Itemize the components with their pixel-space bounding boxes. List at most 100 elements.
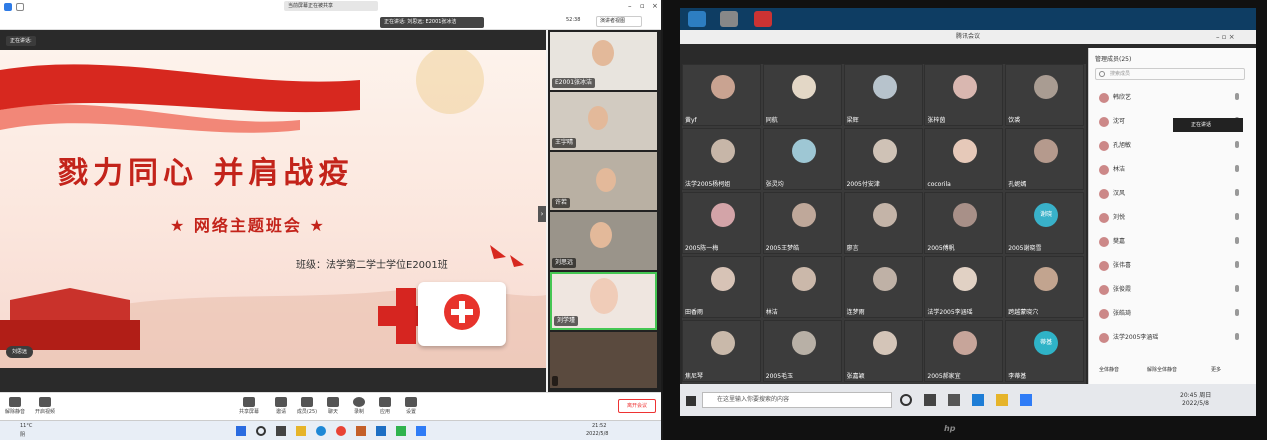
video-tile-3[interactable]: 许若 <box>550 152 657 210</box>
participant-name: 孔妮嫣 <box>1008 181 1027 188</box>
member-row[interactable]: 樊嘉 <box>1099 236 1239 247</box>
invite-button[interactable]: 邀请 <box>268 397 294 415</box>
app-icon[interactable] <box>948 394 960 406</box>
participant-tile[interactable]: 2005付安津 <box>843 128 923 190</box>
participant-tile[interactable]: 跨越蒙晓穴 <box>1005 256 1085 318</box>
microphone-icon[interactable] <box>1235 237 1239 244</box>
participant-tile[interactable]: 同航 <box>762 64 842 126</box>
word-icon[interactable] <box>376 426 386 436</box>
ppt-icon[interactable] <box>356 426 366 436</box>
folder-icon[interactable] <box>996 394 1008 406</box>
participant-tile[interactable]: 谢晓 2005谢晓雪 <box>1005 192 1085 254</box>
desktop-icon[interactable] <box>754 11 772 27</box>
participant-tile[interactable]: 梁辉 <box>843 64 923 126</box>
more-button[interactable]: 更多 <box>1211 366 1221 373</box>
participant-tile[interactable]: 饮裘 <box>1005 64 1085 126</box>
collapse-sidebar-icon[interactable]: › <box>538 206 546 222</box>
participant-tile[interactable]: 2005陈一梅 <box>682 192 761 254</box>
edge-icon[interactable] <box>972 394 984 406</box>
microphone-icon[interactable] <box>1235 213 1239 220</box>
participant-tile[interactable]: 蒂基 李蒂基 <box>1005 320 1085 382</box>
participant-tile[interactable]: 林洁 <box>762 256 842 318</box>
video-tile-2[interactable]: 王宇晴 <box>550 92 657 150</box>
mute-all-button[interactable]: 全体静音 <box>1099 366 1119 373</box>
participant-tile[interactable]: 2005郝家宜 <box>924 320 1004 382</box>
video-button[interactable]: 开启视频 <box>32 397 58 415</box>
microphone-icon[interactable] <box>1235 189 1239 196</box>
microphone-icon[interactable] <box>1235 309 1239 316</box>
video-tile-label <box>552 376 558 386</box>
start-icon[interactable] <box>236 426 246 436</box>
desktop-icon[interactable] <box>720 11 738 27</box>
microphone-icon[interactable] <box>1235 333 1239 340</box>
member-row[interactable]: 张伟喜 <box>1099 260 1239 271</box>
member-search-input[interactable]: 搜索成员 <box>1095 68 1245 80</box>
participant-tile[interactable]: 2005王梦皓 <box>762 192 842 254</box>
member-row[interactable]: 法学2005李涵瑶 <box>1099 332 1239 343</box>
unmute-all-button[interactable]: 解除全体静音 <box>1147 366 1177 373</box>
member-row[interactable]: 刘悦 <box>1099 212 1239 223</box>
participant-name: 2005付安津 <box>846 181 880 188</box>
taskbar-search-input[interactable]: 在这里输入你要搜索的内容 <box>702 392 892 408</box>
video-tile-6[interactable] <box>550 332 657 388</box>
search-icon[interactable] <box>256 426 266 436</box>
cortana-icon[interactable] <box>900 394 912 406</box>
member-row[interactable]: 林洁 <box>1099 164 1239 175</box>
participant-tile[interactable]: 焦尼琴 <box>682 320 761 382</box>
microphone-icon[interactable] <box>1235 165 1239 172</box>
video-tile-1[interactable]: E2001张冰洁 <box>550 32 657 90</box>
minimize-icon[interactable]: – <box>1216 33 1220 41</box>
participant-tile[interactable]: 连梦雨 <box>843 256 923 318</box>
participant-tile[interactable]: 法学2005李涵瑶 <box>924 256 1004 318</box>
start-icon[interactable] <box>686 396 696 406</box>
participant-tile[interactable]: 黄yf <box>682 64 761 126</box>
settings-button[interactable]: 设置 <box>398 397 424 415</box>
microphone-icon[interactable] <box>1235 93 1239 100</box>
participant-tile[interactable]: 张灵均 <box>762 128 842 190</box>
gallery-grid: 黄yf 同航 梁辉 张梓茵 饮裘法学2005杨柯姐 张灵均 2005付安津 cocorila 孔… <box>682 64 1086 384</box>
mute-button[interactable]: 解除静音 <box>2 397 28 415</box>
apps-button[interactable]: 应用 <box>372 397 398 415</box>
meeting-app-icon[interactable] <box>416 426 426 436</box>
taskview-icon[interactable] <box>276 426 286 436</box>
chat-button[interactable]: 聊天 <box>320 397 346 415</box>
member-row[interactable]: 韩欣艺 <box>1099 92 1239 103</box>
video-tile-5-active[interactable]: 刘学瑾 <box>550 272 657 330</box>
info-icon[interactable] <box>16 3 24 11</box>
member-row[interactable]: 孔旭敏 <box>1099 140 1239 151</box>
meeting-app-icon[interactable] <box>1020 394 1032 406</box>
desktop-icon[interactable] <box>688 11 706 27</box>
folder-icon[interactable] <box>296 426 306 436</box>
participant-tile[interactable]: 孔妮嫣 <box>1005 128 1085 190</box>
member-row[interactable]: 汉风 <box>1099 188 1239 199</box>
participant-tile[interactable]: 法学2005杨柯姐 <box>682 128 761 190</box>
microphone-icon[interactable] <box>1235 261 1239 268</box>
microphone-icon[interactable] <box>1235 285 1239 292</box>
view-toggle-button[interactable]: 演讲者视图 <box>596 16 642 27</box>
member-row[interactable]: 沈可 <box>1099 116 1239 127</box>
close-icon[interactable]: × <box>652 2 658 10</box>
participant-tile[interactable]: 廖言 <box>843 192 923 254</box>
participant-tile[interactable]: 2005毛玉 <box>762 320 842 382</box>
participant-tile[interactable]: 田香雨 <box>682 256 761 318</box>
video-tile-4[interactable]: 刘思远 <box>550 212 657 270</box>
edge-icon[interactable] <box>316 426 326 436</box>
chrome-icon[interactable] <box>336 426 346 436</box>
record-button[interactable]: 录制 <box>346 397 372 415</box>
wechat-icon[interactable] <box>396 426 406 436</box>
participant-tile[interactable]: 张嘉颖 <box>843 320 923 382</box>
participant-tile[interactable]: 张梓茵 <box>924 64 1004 126</box>
leave-meeting-button[interactable]: 离开会议 <box>618 399 656 413</box>
member-row[interactable]: 张俊霞 <box>1099 284 1239 295</box>
participant-tile[interactable]: cocorila <box>924 128 1004 190</box>
participant-tile[interactable]: 2005傅帆 <box>924 192 1004 254</box>
minimize-icon[interactable]: – <box>628 2 632 10</box>
microphone-icon[interactable] <box>1235 141 1239 148</box>
member-row[interactable]: 张皓琦 <box>1099 308 1239 319</box>
maximize-icon[interactable]: ▫ <box>1222 33 1227 41</box>
maximize-icon[interactable]: ▫ <box>640 2 645 10</box>
close-icon[interactable]: × <box>1229 33 1235 41</box>
share-screen-button[interactable]: 共享屏幕 <box>236 397 262 415</box>
members-button[interactable]: 成员(25) <box>294 397 320 415</box>
taskview-icon[interactable] <box>924 394 936 406</box>
